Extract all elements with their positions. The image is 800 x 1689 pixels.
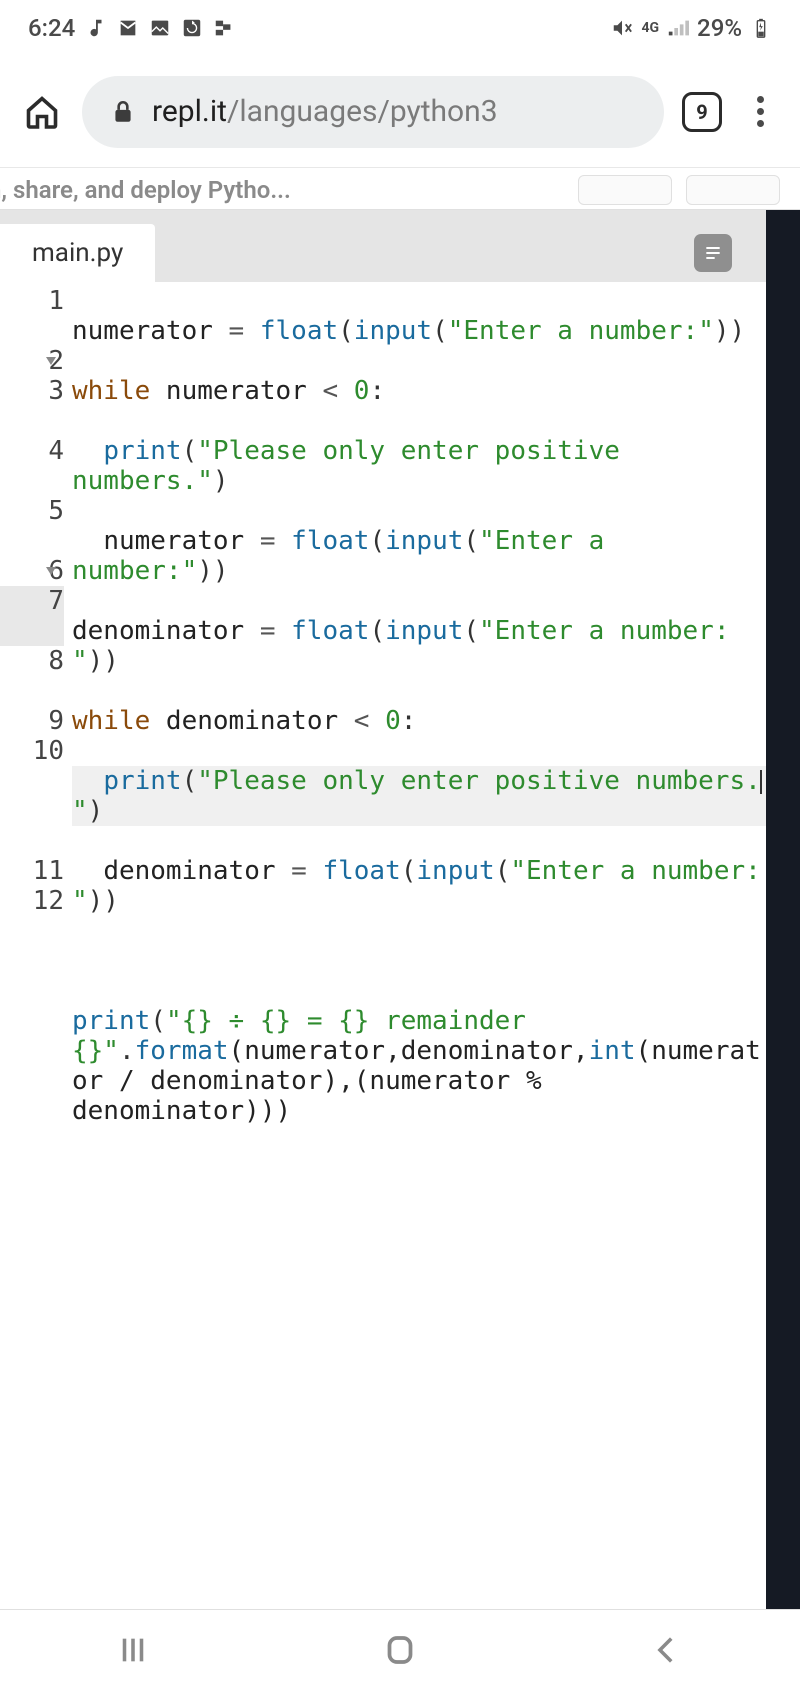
line-number: 7	[0, 586, 64, 616]
line-number: 10	[0, 736, 64, 766]
line-number: 1	[0, 286, 64, 316]
line-number: 11	[0, 856, 64, 886]
refresh-icon	[181, 17, 203, 39]
flag-icon	[213, 17, 235, 39]
banner-button-1[interactable]	[578, 175, 672, 205]
browser-menu-button[interactable]	[740, 92, 780, 132]
banner-button-2[interactable]	[686, 175, 780, 205]
banner-buttons	[578, 175, 780, 205]
code-line-2: while numerator < 0:	[72, 376, 766, 406]
editor-wrap-button[interactable]	[694, 234, 732, 272]
tab-switcher-button[interactable]: 9	[682, 92, 722, 132]
battery-percent: 29%	[697, 14, 742, 42]
file-tab-main-py[interactable]: main.py	[0, 224, 155, 282]
android-status-bar: 6:24 4G 29%	[0, 0, 800, 56]
code-line-8: denominator = float(input("Enter a numbe…	[72, 856, 766, 916]
nav-home-button[interactable]	[376, 1626, 424, 1674]
url-text: repl.it/languages/python3	[152, 94, 498, 129]
battery-icon	[750, 17, 772, 39]
signal-icon	[667, 17, 689, 39]
line-number: 8	[0, 646, 64, 676]
editor-toolbar-right	[694, 234, 732, 272]
status-left: 6:24	[28, 14, 235, 42]
status-time: 6:24	[28, 14, 75, 42]
line-number: 2	[0, 346, 64, 376]
nav-recents-button[interactable]	[109, 1626, 157, 1674]
code-line-10: print("{} ÷ {} = {} remainder {}".format…	[72, 1006, 766, 1126]
file-tab-label: main.py	[32, 238, 123, 268]
music-note-icon	[85, 17, 107, 39]
mail-icon	[117, 17, 139, 39]
code-line-9	[72, 946, 766, 976]
image-icon	[149, 17, 171, 39]
code-line-5: denominator = float(input("Enter a numbe…	[72, 616, 766, 676]
line-number: 3	[0, 376, 64, 406]
text-cursor	[760, 770, 762, 794]
line-number: 4	[0, 436, 64, 466]
url-domain: repl.it	[152, 94, 227, 129]
code-line-3: print("Please only enter positive number…	[72, 436, 766, 496]
lock-icon	[110, 99, 136, 125]
mute-icon	[611, 17, 633, 39]
line-number: 5	[0, 496, 64, 526]
line-number: 12	[0, 886, 64, 916]
file-tab-row: main.py	[0, 210, 766, 282]
code-line-1: numerator = float(input("Enter a number:…	[72, 316, 766, 346]
nav-back-button[interactable]	[643, 1626, 691, 1674]
page-header-banner: n, share, and deploy Pytho...	[0, 168, 800, 210]
network-label: 4G	[641, 20, 659, 36]
console-panel-edge[interactable]	[766, 210, 800, 1609]
code-editor[interactable]: 1 2 3 4 5 6 7 8 9 10 11 12	[0, 282, 766, 1609]
line-number-gutter: 1 2 3 4 5 6 7 8 9 10 11 12	[0, 282, 72, 1609]
editor-container: main.py 1 2 3 4 5 6 7 8	[0, 210, 800, 1609]
url-bar[interactable]: repl.it/languages/python3	[82, 76, 664, 148]
status-right: 4G 29%	[611, 14, 772, 42]
code-line-12	[72, 1216, 766, 1246]
editor-main: main.py 1 2 3 4 5 6 7 8	[0, 210, 766, 1609]
code-line-6: while denominator < 0:	[72, 706, 766, 736]
code-line-11	[72, 1156, 766, 1186]
android-nav-bar	[0, 1609, 800, 1689]
code-line-4: numerator = float(input("Enter a number:…	[72, 526, 766, 586]
tab-count-value: 9	[696, 100, 707, 124]
code-content[interactable]: numerator = float(input("Enter a number:…	[72, 282, 766, 1609]
line-number: 9	[0, 706, 64, 736]
browser-home-button[interactable]	[20, 90, 64, 134]
banner-truncated-text: n, share, and deploy Pytho...	[0, 176, 291, 204]
browser-toolbar: repl.it/languages/python3 9	[0, 56, 800, 168]
line-number: 6	[0, 556, 64, 586]
code-line-7: print("Please only enter positive number…	[72, 766, 766, 826]
url-path: /languages/python3	[227, 94, 498, 129]
